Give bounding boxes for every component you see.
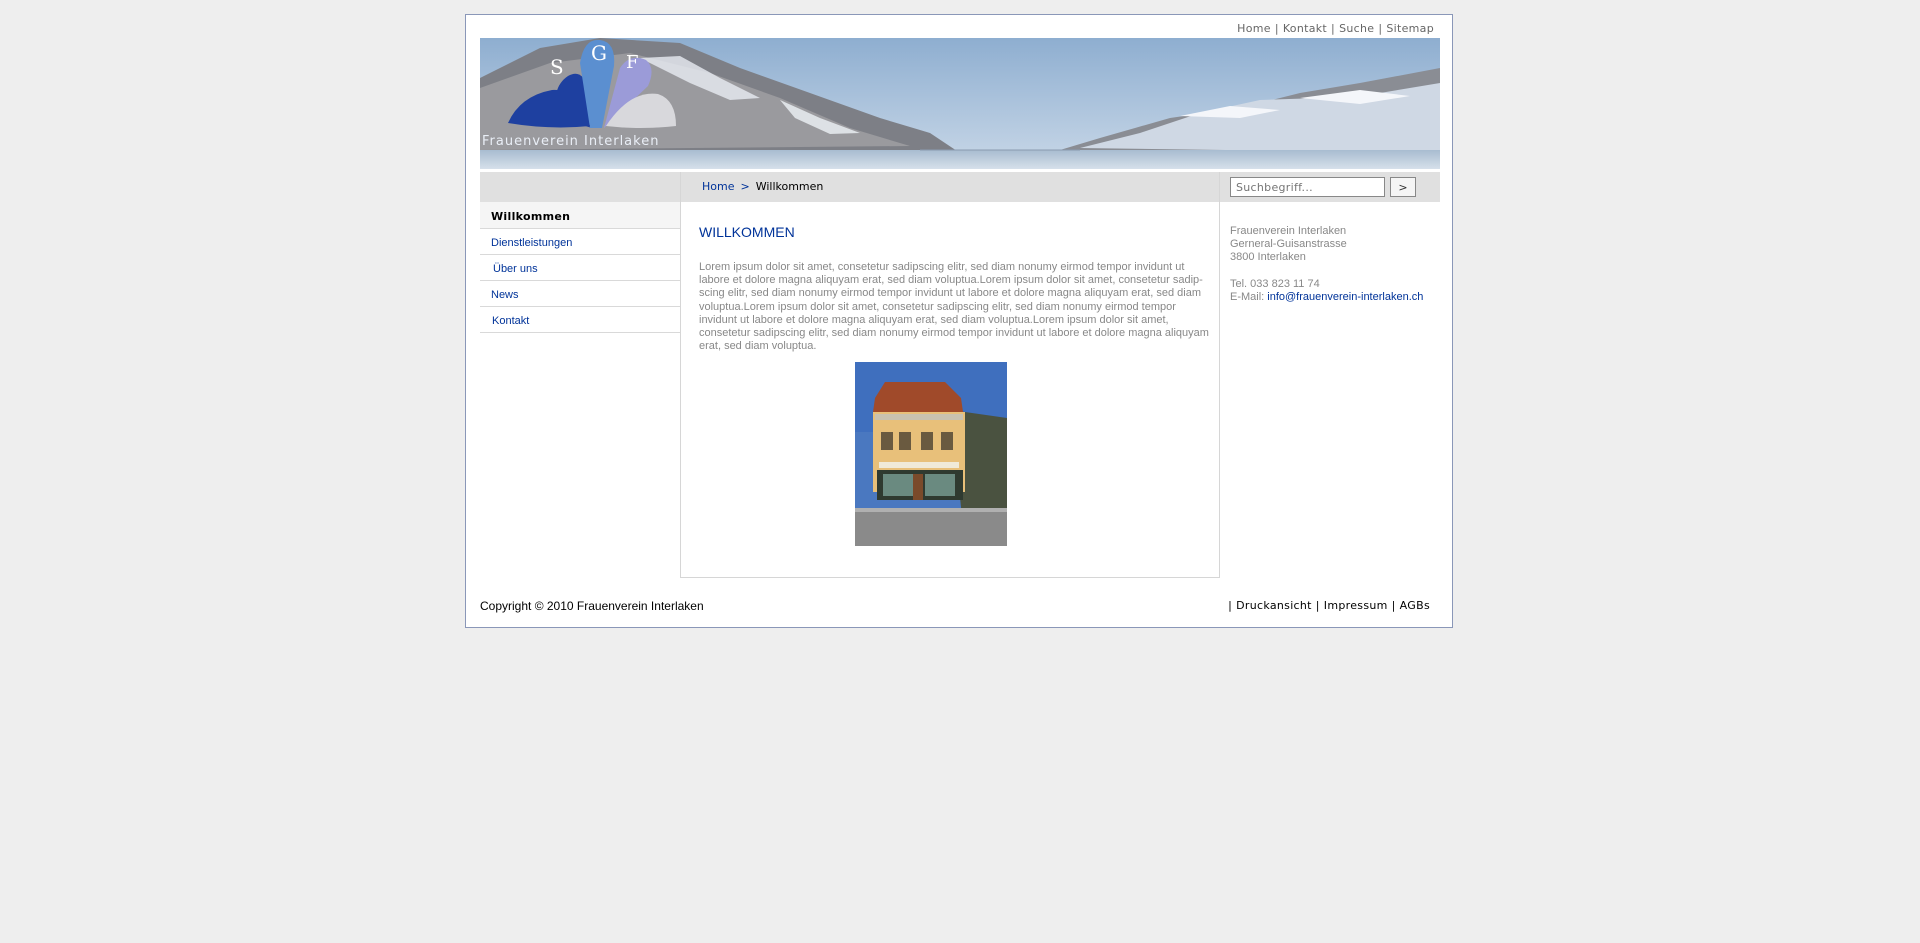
sidebar-header-bar (480, 172, 680, 202)
footer-separator: | (1315, 599, 1320, 612)
address-email-label: E-Mail: (1230, 290, 1268, 303)
page-container: Home | Kontakt | Suche | Sitemap S G F F… (465, 14, 1453, 628)
topnav-suche-link[interactable]: Suche (1339, 22, 1374, 35)
topnav-separator: | (1378, 22, 1383, 35)
contact-address: Frauenverein Interlaken Gerneral-Guisans… (1230, 225, 1423, 304)
right-sidebar: > Frauenverein Interlaken Gerneral-Guisa… (1220, 172, 1440, 593)
address-city: 3800 Interlaken (1230, 251, 1306, 264)
header-banner: S G F Frauenverein Interlaken (480, 38, 1440, 169)
address-name: Frauenverein Interlaken (1230, 225, 1347, 237)
footer-imprint-link[interactable]: Impressum (1324, 599, 1388, 612)
breadcrumb-arrow: > (740, 180, 750, 193)
topnav-kontakt-link[interactable]: Kontakt (1283, 22, 1327, 35)
breadcrumb-home-link[interactable]: Home (702, 180, 734, 193)
main-content: Home > Willkommen WILLKOMMEN Lorem ipsum d… (680, 172, 1220, 578)
topnav-home-link[interactable]: Home (1237, 22, 1271, 35)
footer-separator: | (1228, 599, 1233, 612)
sidebar-item-news[interactable]: News (480, 281, 680, 307)
logo-letter-f: F (626, 52, 639, 73)
footer-copyright: Copyright © 2010 Frauenverein Interlaken (480, 599, 704, 613)
footer-terms-link[interactable]: AGBs (1400, 599, 1430, 612)
address-street: Gerneral-Guisanstrasse (1230, 238, 1347, 251)
sidebar-item-dienstleistungen[interactable]: Dienstleistungen (480, 229, 680, 255)
sidebar-item-ueber-uns[interactable]: Über uns (480, 255, 680, 281)
topnav-separator: | (1274, 22, 1279, 35)
footer-separator: | (1391, 599, 1396, 612)
address-phone: Tel. 033 823 11 74 (1230, 277, 1320, 290)
topnav-sitemap-link[interactable]: Sitemap (1386, 22, 1434, 35)
footer-links: | Druckansicht | Impressum | AGBs (1224, 599, 1430, 612)
sidebar-item-kontakt[interactable]: Kontakt (480, 307, 680, 333)
page-title: WILLKOMMEN (699, 224, 795, 240)
breadcrumb: Home > Willkommen (681, 172, 1219, 202)
logo-letter-s: S (550, 55, 564, 79)
sidebar: Willkommen Dienstleistungen Über uns New… (480, 172, 680, 593)
footer-print-link[interactable]: Druckansicht (1236, 599, 1312, 612)
logo-caption: Frauenverein Interlaken (482, 134, 659, 149)
search-bar: > (1220, 172, 1440, 202)
email-link[interactable]: info@frauenverein-interlaken.ch (1267, 291, 1423, 303)
topnav-separator: | (1331, 22, 1336, 35)
body-text: Lorem ipsum dolor sit amet, consetetur s… (699, 261, 1209, 353)
banner-mountain-lake-image: S G F Frauenverein Interlaken (480, 38, 1440, 169)
breadcrumb-current: Willkommen (755, 180, 824, 193)
top-navigation: Home | Kontakt | Suche | Sitemap (1237, 22, 1434, 35)
logo-letter-g: G (591, 41, 607, 65)
search-input[interactable] (1230, 177, 1385, 197)
sidebar-item-willkommen[interactable]: Willkommen (480, 202, 680, 229)
house-photo (855, 362, 1007, 546)
search-button[interactable]: > (1390, 177, 1416, 197)
